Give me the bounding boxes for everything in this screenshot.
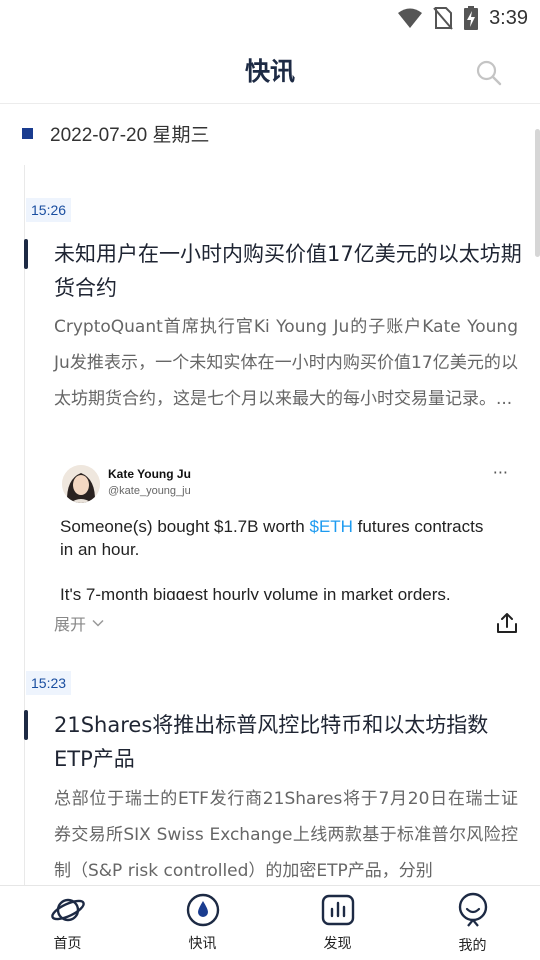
tweet-cashtag-link[interactable]: $ETH: [309, 517, 352, 536]
news-body[interactable]: 总部位于瑞士的ETF发行商21Shares将于7月20日在瑞士证券交易所SIX …: [54, 781, 518, 885]
tweet-author-name: Kate Young Ju: [108, 467, 191, 481]
tweet-text: Someone(s) bought $1.7B worth $ETH futur…: [60, 515, 500, 561]
nav-item-flash[interactable]: 快讯: [135, 886, 270, 960]
share-icon[interactable]: [496, 611, 518, 635]
battery-charging-icon: [464, 6, 479, 30]
status-bar: 3:39: [0, 0, 540, 38]
timeline-line: [24, 165, 25, 885]
news-title[interactable]: 未知用户在一小时内购买价值17亿美元的以太坊期货合约: [54, 237, 524, 305]
news-body[interactable]: CryptoQuant首席执行官Ki Young Ju的子账户Kate Youn…: [54, 309, 518, 417]
news-time-tag: 15:23: [26, 671, 72, 695]
nav-item-profile[interactable]: 我的: [405, 886, 540, 960]
tweet-text-part: Someone(s) bought $1.7B worth: [60, 517, 310, 536]
flash-drop-icon: [186, 893, 219, 927]
tweet-text-second: It's 7-month biggest hourly volume in ma…: [60, 585, 451, 600]
news-title[interactable]: 21Shares将推出标普风控比特币和以太坊指数ETP产品: [54, 708, 524, 776]
date-marker: [22, 127, 33, 139]
status-icons: 3:39: [397, 6, 528, 30]
profile-face-icon: [458, 892, 487, 927]
nav-item-home[interactable]: 首页: [0, 886, 135, 960]
status-time: 3:39: [489, 6, 528, 29]
app-header: 快讯: [0, 38, 540, 104]
page-title: 快讯: [244, 57, 295, 86]
nav-label: 我的: [458, 938, 487, 954]
avatar: [62, 465, 100, 503]
news-feed[interactable]: 2022-07-20 星期三 15:26 未知用户在一小时内购买价值17亿美元的…: [0, 105, 540, 885]
scrollbar[interactable]: [535, 129, 540, 257]
chevron-down-icon: [92, 619, 104, 627]
bar-chart-icon: [321, 894, 354, 926]
nav-item-discover[interactable]: 发现: [270, 886, 405, 960]
nav-label: 发现: [323, 936, 352, 952]
planet-icon: [50, 898, 85, 922]
title-accent-bar: [24, 710, 28, 740]
title-accent-bar: [24, 239, 28, 269]
expand-button[interactable]: 展开: [54, 612, 104, 634]
no-sim-icon: [433, 7, 453, 30]
bottom-nav: 首页 快讯 发现 我的: [0, 885, 540, 960]
search-icon[interactable]: [474, 58, 504, 88]
tweet-author-handle: @kate_young_ju: [108, 485, 191, 497]
date-header: 2022-07-20 星期三: [22, 121, 210, 146]
date-text: 2022-07-20 星期三: [50, 124, 210, 146]
wifi-icon: [398, 8, 423, 28]
more-options-icon[interactable]: ···: [493, 463, 508, 482]
nav-label: 首页: [53, 936, 82, 952]
nav-label: 快讯: [188, 936, 217, 952]
tweet-embed[interactable]: Kate Young Ju @kate_young_ju ··· Someone…: [54, 455, 518, 600]
news-time-tag: 15:26: [26, 198, 72, 222]
expand-label: 展开: [54, 615, 87, 634]
